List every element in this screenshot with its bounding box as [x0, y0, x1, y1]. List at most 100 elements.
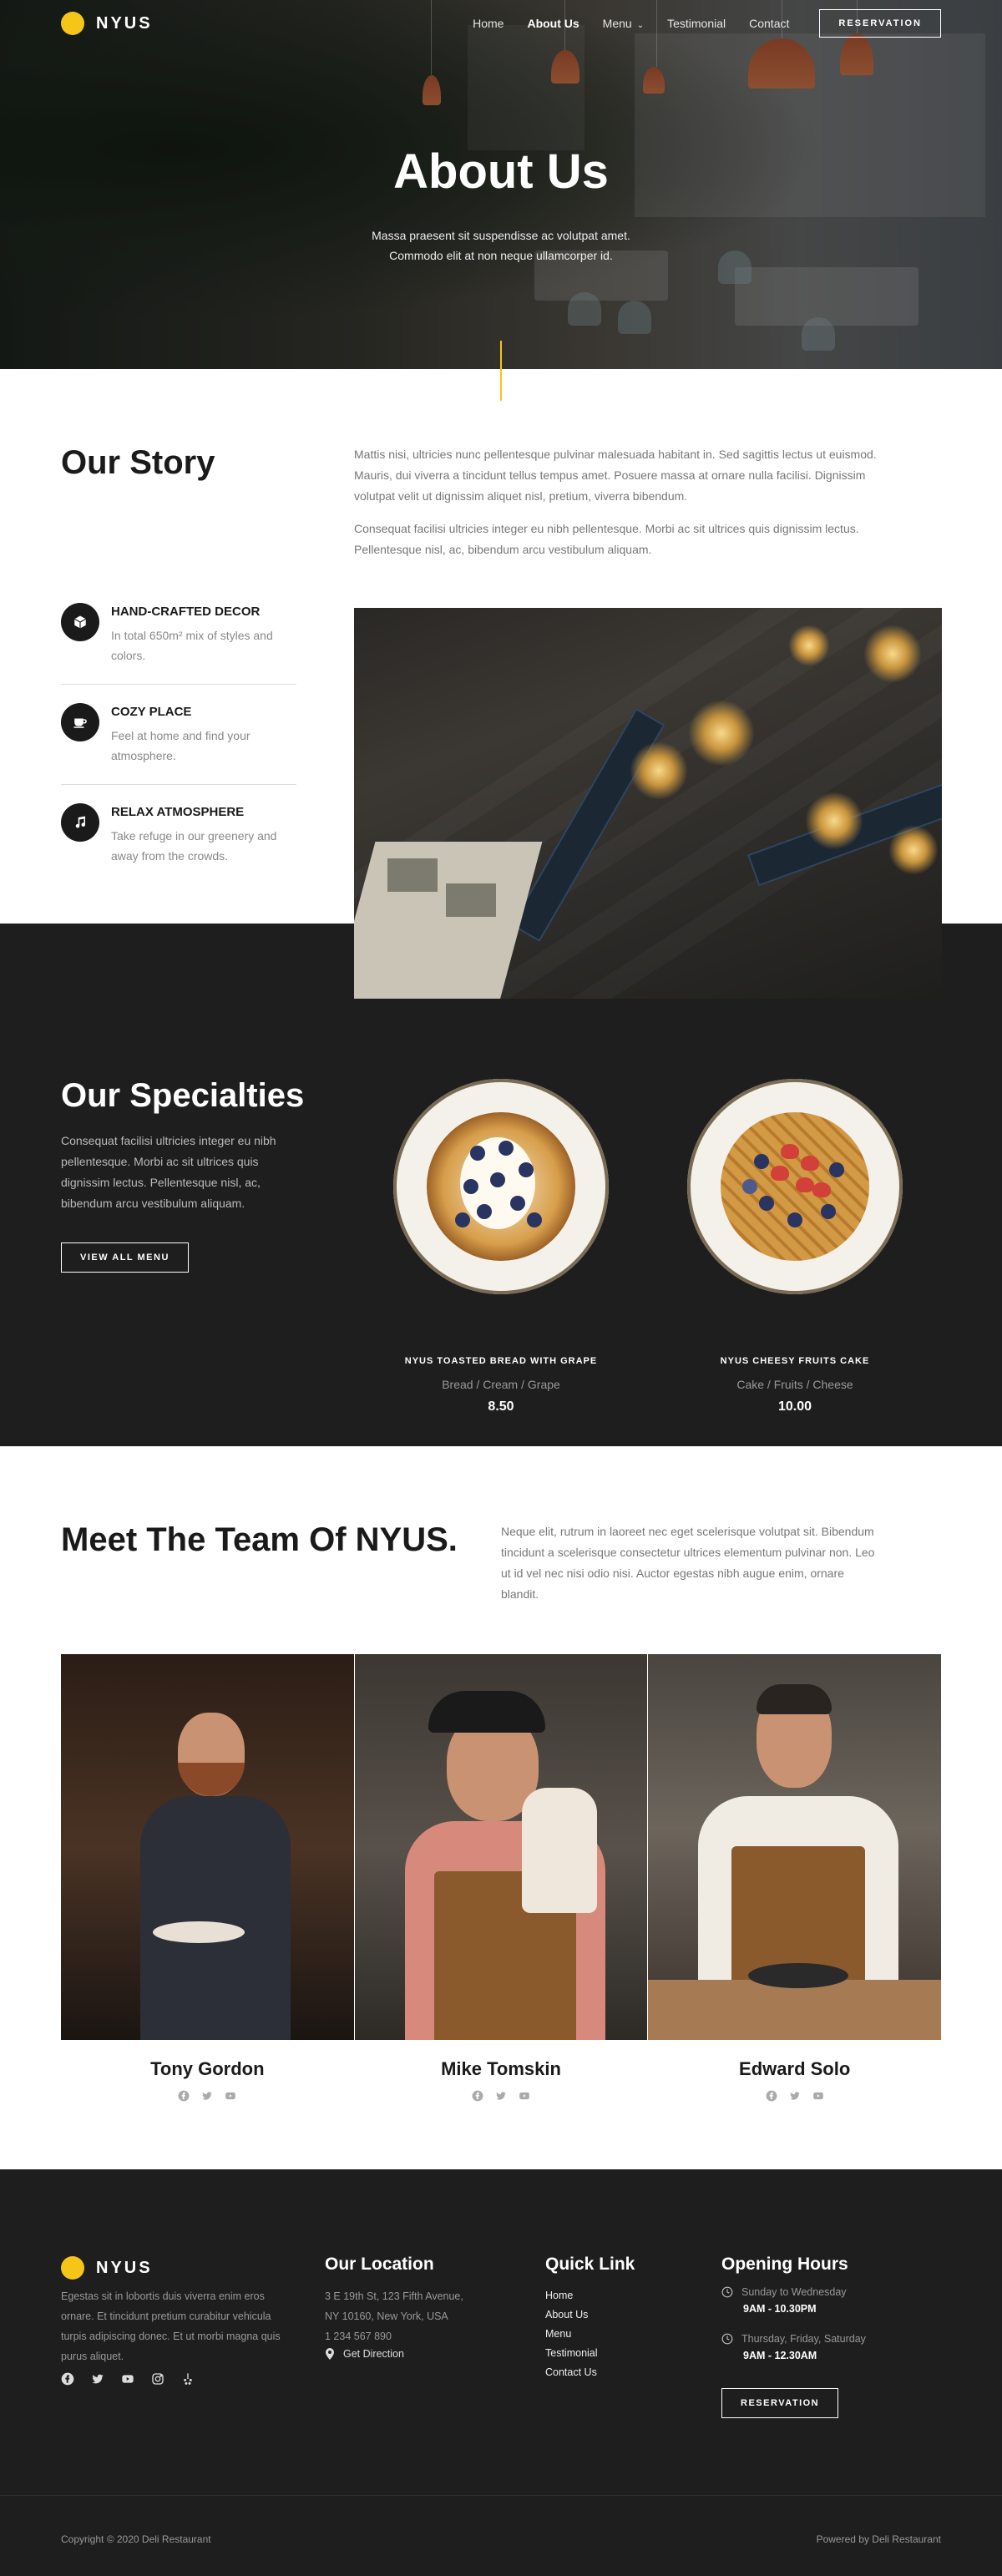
- hours-time: 9AM - 10.30PM: [743, 2303, 817, 2315]
- hours-slot: Thursday, Friday, Saturday 9AM - 12.30AM: [721, 2333, 866, 2361]
- story-title: Our Story: [61, 444, 215, 481]
- instagram-icon[interactable]: [151, 2372, 164, 2386]
- team-member-photo: [61, 1654, 354, 2040]
- hours-time: 9AM - 12.30AM: [743, 2350, 817, 2361]
- dish-image: [687, 1079, 903, 1294]
- chevron-down-icon: ⌄: [636, 21, 645, 30]
- team-member-name: Edward Solo: [739, 2058, 851, 2079]
- nav-item-about-us[interactable]: About Us: [527, 17, 579, 30]
- nav-menu: Home About Us Menu ⌄ Testimonial Contact …: [449, 9, 941, 38]
- yelp-icon[interactable]: [181, 2372, 195, 2386]
- view-all-menu-button[interactable]: VIEW ALL MENU: [61, 1242, 189, 1273]
- team-member-socials: [648, 2090, 941, 2102]
- hero-subtitle-line: Massa praesent sit suspendisse ac volutp…: [372, 229, 630, 242]
- hours-days: Thursday, Friday, Saturday: [741, 2333, 866, 2345]
- team-member-socials: [61, 2090, 354, 2102]
- cube-icon: [61, 603, 99, 641]
- footer-logo[interactable]: NYUS: [61, 2256, 153, 2280]
- dish-image: [393, 1079, 609, 1294]
- nav-item-home[interactable]: Home: [473, 17, 504, 30]
- feature-desc: Take refuge in our greenery and away fro…: [111, 829, 277, 863]
- address-line: 3 E 19th St, 123 Fifth Avenue,: [325, 2290, 463, 2302]
- feature-list: HAND-CRAFTED DECOR In total 650m² mix of…: [61, 603, 296, 903]
- logo-text: NYUS: [96, 2258, 153, 2277]
- team-member-card: Mike Tomskin: [354, 1654, 648, 2102]
- youtube-icon[interactable]: [121, 2372, 134, 2386]
- feature-title: COZY PLACE: [111, 705, 192, 719]
- clock-icon: [721, 2333, 733, 2345]
- hero-divider-line: [500, 341, 502, 401]
- hours-days: Sunday to Wednesday: [741, 2286, 847, 2298]
- dish-price: 10.00: [777, 1399, 812, 1414]
- quick-link-contact-us[interactable]: Contact Us: [545, 2363, 598, 2382]
- team-member-socials: [355, 2090, 648, 2102]
- twitter-icon[interactable]: [91, 2372, 104, 2386]
- twitter-icon[interactable]: [495, 2090, 507, 2102]
- address-line: NY 10160, New York, USA: [325, 2310, 448, 2322]
- youtube-icon[interactable]: [225, 2090, 236, 2102]
- youtube-icon[interactable]: [812, 2090, 824, 2102]
- feature-item: HAND-CRAFTED DECOR In total 650m² mix of…: [61, 603, 296, 685]
- specialties-title: Our Specialties: [61, 1077, 305, 1114]
- nav-item-menu-label: Menu: [602, 17, 632, 30]
- dish-card[interactable]: NYUS CHEESY FRUITS CAKE Cake / Fruits / …: [686, 1079, 903, 1415]
- page: NYUS Home About Us Menu ⌄ Testimonial Con…: [0, 0, 1002, 2576]
- nav-item-contact[interactable]: Contact: [749, 17, 789, 30]
- quick-link-about-us[interactable]: About Us: [545, 2305, 598, 2325]
- dish-name: NYUS TOASTED BREAD WITH GRAPE: [404, 1356, 598, 1366]
- dish-card[interactable]: NYUS TOASTED BREAD WITH GRAPE Bread / Cr…: [392, 1079, 610, 1415]
- feature-title: RELAX ATMOSPHERE: [111, 805, 245, 819]
- youtube-icon[interactable]: [519, 2090, 530, 2102]
- reservation-button[interactable]: RESERVATION: [819, 9, 941, 38]
- footer-reservation-button[interactable]: RESERVATION: [721, 2388, 839, 2418]
- story-section: Our Story Mattis nisi, ultricies nunc pe…: [0, 369, 1002, 999]
- logo-mark: [61, 2256, 84, 2280]
- story-paragraph: Consequat facilisi ultricies integer eu …: [354, 522, 859, 556]
- logo-text: NYUS: [96, 13, 153, 33]
- nav-item-testimonial[interactable]: Testimonial: [667, 17, 726, 30]
- specialties-text: Consequat facilisi ultricies integer eu …: [61, 1134, 276, 1210]
- clock-icon: [721, 2286, 733, 2298]
- quick-link-home[interactable]: Home: [545, 2286, 598, 2305]
- team-member-card: Tony Gordon: [61, 1654, 354, 2102]
- copyright-text: Copyright © 2020 Deli Restaurant: [61, 2533, 211, 2545]
- team-member-photo: [648, 1654, 942, 2040]
- get-direction-label: Get Direction: [343, 2348, 404, 2360]
- logo[interactable]: NYUS: [61, 12, 153, 35]
- story-text: Mattis nisi, ultricies nunc pellentesque…: [354, 444, 897, 572]
- hero-section: NYUS Home About Us Menu ⌄ Testimonial Con…: [0, 0, 1002, 369]
- hours-slot: Sunday to Wednesday 9AM - 10.30PM: [721, 2286, 866, 2315]
- quick-link-heading: Quick Link: [545, 2255, 635, 2274]
- main-nav: NYUS Home About Us Menu ⌄ Testimonial Con…: [0, 0, 1002, 47]
- team-text: Neque elit, rutrum in laoreet nec eget s…: [501, 1525, 875, 1601]
- powered-by-text: Powered by Deli Restaurant: [816, 2533, 941, 2545]
- feature-item: COZY PLACE Feel at home and find your at…: [61, 703, 296, 785]
- feature-desc: Feel at home and find your atmosphere.: [111, 729, 250, 762]
- feature-title: HAND-CRAFTED DECOR: [111, 605, 261, 619]
- quick-link-list: Home About Us Menu Testimonial Contact U…: [545, 2286, 598, 2382]
- get-direction-link[interactable]: Get Direction: [325, 2348, 404, 2360]
- facebook-icon[interactable]: [178, 2090, 190, 2102]
- team-members: Tony Gordon Mike Tomskin Edward Solo: [61, 1654, 942, 2102]
- team-member-card: Edward Solo: [648, 1654, 942, 2102]
- feature-item: RELAX ATMOSPHERE Take refuge in our gree…: [61, 803, 296, 884]
- location-heading: Our Location: [325, 2255, 434, 2274]
- team-member-name: Tony Gordon: [150, 2058, 265, 2079]
- dish-tags: Cake / Fruits / Cheese: [736, 1378, 853, 1391]
- nav-item-menu[interactable]: Menu ⌄: [603, 17, 644, 30]
- twitter-icon[interactable]: [201, 2090, 213, 2102]
- twitter-icon[interactable]: [789, 2090, 801, 2102]
- quick-link-menu[interactable]: Menu: [545, 2325, 598, 2344]
- facebook-icon[interactable]: [472, 2090, 483, 2102]
- footer-socials: [61, 2372, 195, 2386]
- team-title: Meet The Team Of NYUS.: [61, 1521, 458, 1558]
- specialties-section: Our Specialties Consequat facilisi ultri…: [0, 924, 1002, 1446]
- facebook-icon[interactable]: [766, 2090, 777, 2102]
- hero-subtitle: Massa praesent sit suspendisse ac volutp…: [0, 225, 1002, 266]
- team-member-name: Mike Tomskin: [441, 2058, 561, 2079]
- footer-about-text: Egestas sit in lobortis duis viverra eni…: [61, 2290, 281, 2362]
- facebook-icon[interactable]: [61, 2372, 74, 2386]
- quick-link-testimonial[interactable]: Testimonial: [545, 2344, 598, 2363]
- opening-hours-heading: Opening Hours: [721, 2255, 848, 2274]
- footer: NYUS Egestas sit in lobortis duis viverr…: [0, 2169, 1002, 2576]
